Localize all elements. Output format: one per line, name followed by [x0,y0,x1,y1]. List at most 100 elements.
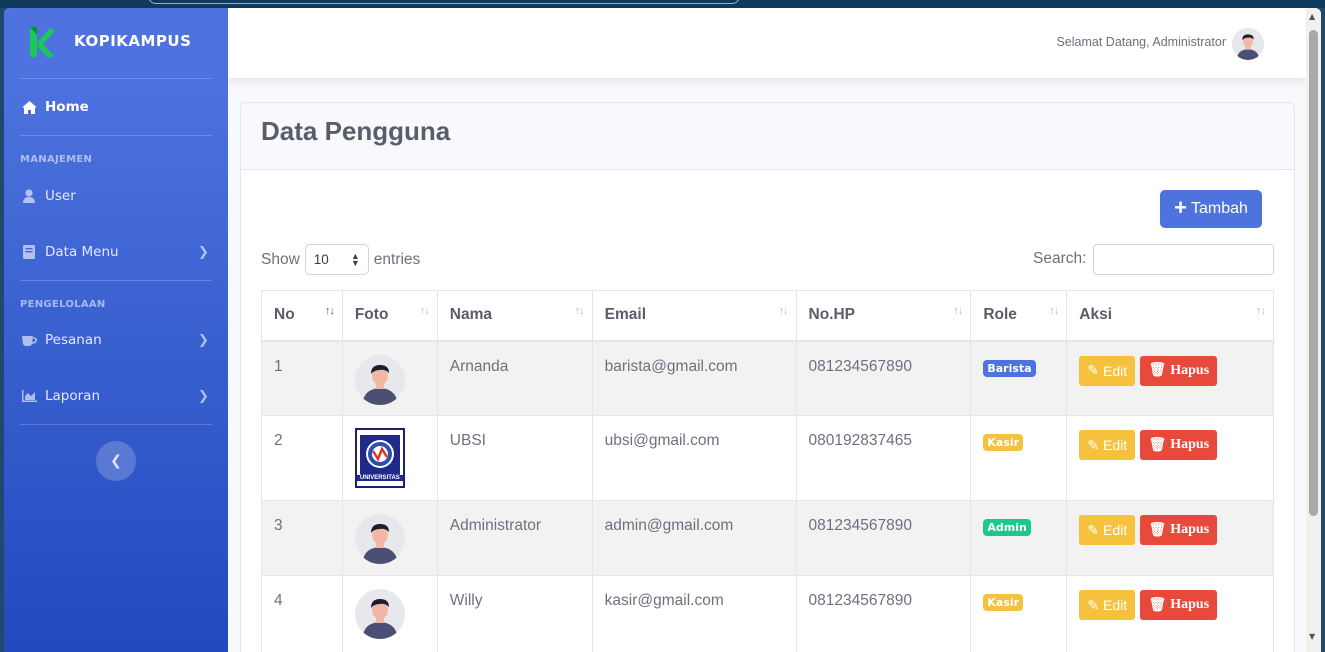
scroll-down-icon[interactable]: ▼ [1309,632,1315,641]
sidebar-divider [20,135,212,136]
add-user-button[interactable]: + Tambah [1160,190,1262,228]
sort-asc-icon: ↑↓ [324,305,335,317]
plus-icon: + [1174,195,1187,220]
edit-button[interactable]: ✎ Edit [1079,430,1136,460]
edit-icon: ✎ [1087,596,1100,613]
page-scrollbar[interactable]: ▲ ▼ [1306,8,1321,652]
cell-aksi: ✎ Edit 🗑 Hapus [1066,415,1274,501]
sidebar-item-label: Home [45,99,89,115]
trash-icon: 🗑 [1148,437,1167,453]
edit-button[interactable]: ✎ Edit [1079,515,1136,545]
cell-no: 1 [261,340,343,416]
trash-icon: 🗑 [1148,363,1167,378]
cell-nama: Willy [436,575,593,652]
edit-button[interactable]: ✎ Edit [1079,590,1136,620]
sidebar-item-laporan[interactable]: Laporan ❯ [4,376,228,416]
add-button-label: Tambah [1190,200,1248,217]
sidebar-divider [20,78,212,79]
delete-button[interactable]: 🗑 Hapus [1140,515,1218,545]
ubsi-logo-image: UNIVERSITAS [354,428,405,488]
brand-name: KOPIKAMPUS [74,32,192,50]
role-badge: Kasir [983,594,1024,611]
cell-foto [341,340,438,416]
column-header-aksi[interactable]: Aksi ↑↓ [1066,290,1274,342]
book-icon [21,244,37,260]
ubsi-emblem-icon [359,435,400,475]
sidebar-item-data-menu[interactable]: Data Menu ❯ [4,232,228,272]
sidebar-item-user[interactable]: User [4,176,228,216]
cell-role: Admin [970,500,1068,576]
table-row: 3 Administrator admin@gmail.com 08123456… [261,500,1274,576]
sort-icon: ↑↓ [1049,305,1059,317]
cell-hp: 080192837465 [795,415,972,501]
avatar-icon [1232,28,1264,60]
edit-icon: ✎ [1087,362,1100,378]
chevron-right-icon: ❯ [198,388,209,404]
column-header-role[interactable]: Role ↑↓ [970,290,1068,342]
delete-button[interactable]: 🗑 Hapus [1140,590,1218,620]
cell-no: 2 [261,415,343,501]
sort-icon: ↑↓ [953,305,963,317]
scroll-up-icon[interactable]: ▲ [1309,12,1315,21]
show-label: Show [261,250,300,268]
table-row: 4 Willy kasir@gmail.com 081234567890 Kas… [261,575,1274,652]
avatar-icon [362,524,397,564]
topbar: Selamat Datang, Administrator [228,8,1306,78]
edit-button[interactable]: ✎ Edit [1079,355,1136,386]
entries-select[interactable]: 10 ▲ ▼ [304,244,369,275]
sidebar-item-pesanan[interactable]: Pesanan ❯ [4,320,228,360]
sidebar-item-home[interactable]: Home [4,87,228,127]
sort-icon: ↑↓ [1256,305,1266,317]
column-header-email[interactable]: Email ↑↓ [591,290,797,342]
select-arrows-icon: ▲ ▼ [350,250,360,268]
sidebar-item-label: User [45,188,76,204]
data-card: Data Pengguna + Tambah Show 10 ▲ ▼ entrie… [240,102,1295,652]
table-header-row: No ↑↓ Foto ↑↓ Nama ↑↓ Email ↑↓ No.HP ↑↓ Role ↑… [261,290,1274,342]
home-icon [21,99,37,115]
cell-nama: Arnanda [436,340,593,416]
coffee-icon [21,332,37,348]
table-row: 2 UNIVERSITAS UBSI ubsi@gmail.com 080192… [261,415,1274,501]
cell-foto [341,575,438,652]
cell-role: Barista [970,340,1068,416]
users-table: No ↑↓ Foto ↑↓ Nama ↑↓ Email ↑↓ No.HP ↑↓ Role ↑… [261,290,1274,652]
sidebar: KOPIKAMPUS Home MANAJEMEN User Data Menu… [4,8,228,652]
cell-hp: 081234567890 [795,575,972,652]
sidebar-item-label: Pesanan [45,332,102,348]
avatar-icon [362,599,397,639]
entries-value: 10 [313,252,329,267]
role-badge: Barista [983,359,1036,377]
cell-foto: UNIVERSITAS [341,415,438,501]
sidebar-toggle-button[interactable]: ❮ [96,441,136,481]
kopikampus-logo-icon [30,27,55,58]
column-header-hp[interactable]: No.HP ↑↓ [795,290,972,342]
cell-email: kasir@gmail.com [591,575,797,652]
cell-no: 3 [261,500,343,576]
scrollbar-thumb[interactable] [1309,30,1318,516]
cell-no: 4 [261,575,343,652]
column-header-no[interactable]: No ↑↓ [261,290,343,342]
column-header-foto[interactable]: Foto ↑↓ [341,290,438,342]
chevron-right-icon: ❯ [198,244,209,260]
column-header-nama[interactable]: Nama ↑↓ [436,290,593,342]
sidebar-item-label: Laporan [45,388,101,404]
sidebar-brand[interactable]: KOPIKAMPUS [4,8,228,78]
address-bar[interactable] [148,0,740,4]
cell-aksi: ✎ Edit 🗑 Hapus [1066,500,1274,576]
cell-hp: 081234567890 [795,500,972,576]
sort-icon: ↑↓ [574,305,585,317]
search-input[interactable] [1093,244,1274,275]
page-title: Data Pengguna [261,116,451,146]
cell-hp: 081234567890 [795,340,972,416]
delete-button[interactable]: 🗑 Hapus [1140,355,1218,386]
cell-role: Kasir [970,575,1068,652]
user-avatar[interactable] [1232,28,1264,60]
cell-aksi: ✎ Edit 🗑 Hapus [1066,340,1274,416]
sort-icon: ↑↓ [419,305,430,317]
delete-button[interactable]: 🗑 Hapus [1140,430,1218,460]
entries-length-control: Show 10 ▲ ▼ entries [261,244,420,275]
cell-nama: Administrator [436,500,593,576]
ubsi-logo-caption: UNIVERSITAS [356,475,403,481]
role-badge: Kasir [983,434,1024,451]
user-photo [354,514,405,564]
